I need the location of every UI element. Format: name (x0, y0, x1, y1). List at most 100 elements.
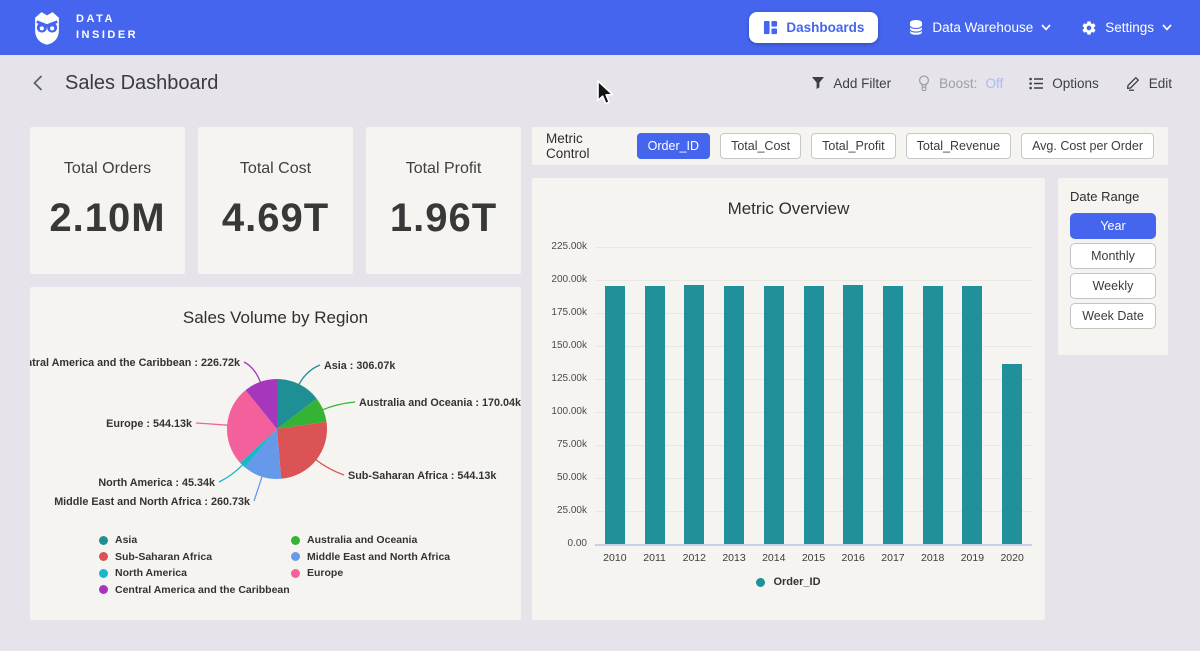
y-axis-tick-label: 225.00k (532, 241, 587, 252)
pie-legend-item-central-america-and-the-caribbean[interactable]: Central America and the Caribbean (99, 582, 290, 599)
metric-chip-total-cost[interactable]: Total_Cost (720, 133, 801, 159)
gridline (595, 544, 1032, 546)
pie-legend-item-europe[interactable]: Europe (291, 565, 450, 582)
legend-dot (99, 569, 108, 578)
options-label: Options (1052, 76, 1099, 91)
legend-dot (99, 585, 108, 594)
data-warehouse-menu[interactable]: Data Warehouse (908, 19, 1051, 36)
y-axis-tick-label: 75.00k (532, 439, 587, 450)
chevron-down-icon (1041, 24, 1051, 31)
chevron-left-icon (30, 74, 45, 92)
pie-slice-label: Europe : 544.13k (106, 418, 193, 430)
pie-slice-label: Australia and Oceania : 170.04k (359, 397, 521, 409)
legend-dot (99, 536, 108, 545)
metric-chip-group: Order_ID Total_Cost Total_Profit Total_Reve… (637, 133, 1154, 159)
legend-label: Europe (307, 567, 343, 579)
date-option-week-date[interactable]: Week Date (1070, 303, 1156, 329)
pencil-icon (1125, 75, 1141, 91)
app-window: DATA INSIDER Dashboards Data Warehou (0, 0, 1200, 651)
pie-legend-column-2: Australia and Oceania Middle East and Nor… (291, 532, 450, 582)
legend-dot (756, 578, 765, 587)
boost-label: Boost: (939, 76, 977, 91)
x-axis-tick-label: 2011 (633, 552, 677, 564)
pie-label-line (219, 464, 244, 482)
legend-dot (291, 569, 300, 578)
brand-logo[interactable]: DATA INSIDER (28, 9, 138, 47)
legend-label: Asia (115, 534, 137, 546)
list-icon (1029, 77, 1044, 90)
metric-control-bar: Metric Control Order_IDTotal_CostTotal_P… (532, 127, 1168, 165)
owl-logo-icon (28, 9, 66, 47)
y-axis-tick-label: 25.00k (532, 505, 587, 516)
metric-chip-avg-cost-per-order[interactable]: Avg. Cost per Order (1021, 133, 1154, 159)
pie-legend-column-1: Asia Sub-Saharan Africa North America Centr… (99, 532, 290, 598)
pie-slice-sub-saharan-africa[interactable] (277, 422, 327, 479)
pie-slice-label: Asia : 306.07k (324, 360, 396, 372)
metric-chip-order-id[interactable]: Order_ID (637, 133, 710, 159)
y-axis-tick-label: 125.00k (532, 373, 587, 384)
y-axis-tick-label: 150.00k (532, 340, 587, 351)
edit-button[interactable]: Edit (1125, 75, 1172, 91)
metric-chip-total-profit[interactable]: Total_Profit (811, 133, 896, 159)
x-axis-tick-label: 2018 (911, 552, 955, 564)
back-button[interactable] (28, 72, 47, 94)
pie-label-line (196, 423, 229, 425)
date-option-year[interactable]: Year (1070, 213, 1156, 239)
bar[interactable] (883, 286, 903, 544)
bar[interactable] (962, 286, 982, 544)
bar[interactable] (1002, 364, 1022, 544)
page-title: Sales Dashboard (65, 72, 218, 95)
add-filter-button[interactable]: Add Filter (811, 76, 891, 91)
chevron-down-icon (1162, 24, 1172, 31)
pie-label-line (298, 365, 320, 386)
x-axis-tick-label: 2019 (950, 552, 994, 564)
legend-label: Sub-Saharan Africa (115, 551, 212, 563)
kpi-card: Total Cost4.69T (198, 127, 353, 274)
bar[interactable] (724, 286, 744, 544)
bar[interactable] (804, 286, 824, 544)
dashboard-grid-icon (763, 20, 778, 35)
pie-legend-item-north-america[interactable]: North America (99, 565, 290, 582)
bar[interactable] (843, 285, 863, 544)
bar[interactable] (645, 286, 665, 544)
bar[interactable] (605, 286, 625, 544)
nav-menu: Dashboards Data Warehouse Settings (749, 12, 1172, 43)
legend-label: Australia and Oceania (307, 534, 417, 546)
kpi-card: Total Orders 2.10M (30, 127, 185, 274)
date-range-panel: Date Range YearMonthlyWeeklyWeek Date (1058, 178, 1168, 355)
pie-slice-label: Middle East and North Africa : 260.73k (54, 496, 251, 508)
add-filter-label: Add Filter (833, 76, 891, 91)
bar[interactable] (684, 285, 704, 544)
dashboards-label: Dashboards (786, 20, 864, 35)
legend-label: Central America and the Caribbean (115, 584, 290, 596)
bar-chart-plot: 0.0025.00k50.00k75.00k100.00k125.00k150.… (532, 247, 1045, 544)
bar-chart-legend[interactable]: Order_ID (532, 576, 1045, 588)
balloon-icon (917, 75, 931, 92)
metric-chip-total-revenue[interactable]: Total_Revenue (906, 133, 1011, 159)
bar[interactable] (764, 286, 784, 544)
pie-label-line (254, 475, 263, 501)
pie-legend-item-australia-and-oceania[interactable]: Australia and Oceania (291, 532, 450, 549)
x-axis-tick-label: 2015 (792, 552, 836, 564)
date-range-options: Year Monthly Weekly Week Date (1070, 213, 1156, 329)
pie-legend-item-sub-saharan-africa[interactable]: Sub-Saharan Africa (99, 549, 290, 566)
bar[interactable] (923, 286, 943, 544)
pie-label-line (244, 362, 261, 384)
kpi-value: 2.10M (49, 196, 165, 241)
pie-legend-item-asia[interactable]: Asia (99, 532, 290, 549)
dashboards-button[interactable]: Dashboards (749, 12, 878, 43)
options-button[interactable]: Options (1029, 76, 1099, 91)
pie-legend-item-middle-east-and-north-africa[interactable]: Middle East and North Africa (291, 549, 450, 566)
kpi-label: Total Cost (240, 160, 311, 178)
legend-label: North America (115, 567, 187, 579)
legend-dot (99, 552, 108, 561)
boost-toggle[interactable]: Boost: Off (917, 75, 1003, 92)
settings-menu[interactable]: Settings (1081, 20, 1172, 36)
x-axis-tick-label: 2020 (990, 552, 1034, 564)
date-option-weekly[interactable]: Weekly (1070, 273, 1156, 299)
database-icon (908, 19, 924, 36)
kpi-label: Total Orders (64, 160, 151, 178)
date-option-monthly[interactable]: Monthly (1070, 243, 1156, 269)
pie-label-line (321, 402, 355, 410)
header-actions: Add Filter Boost: Off Options (811, 75, 1172, 92)
